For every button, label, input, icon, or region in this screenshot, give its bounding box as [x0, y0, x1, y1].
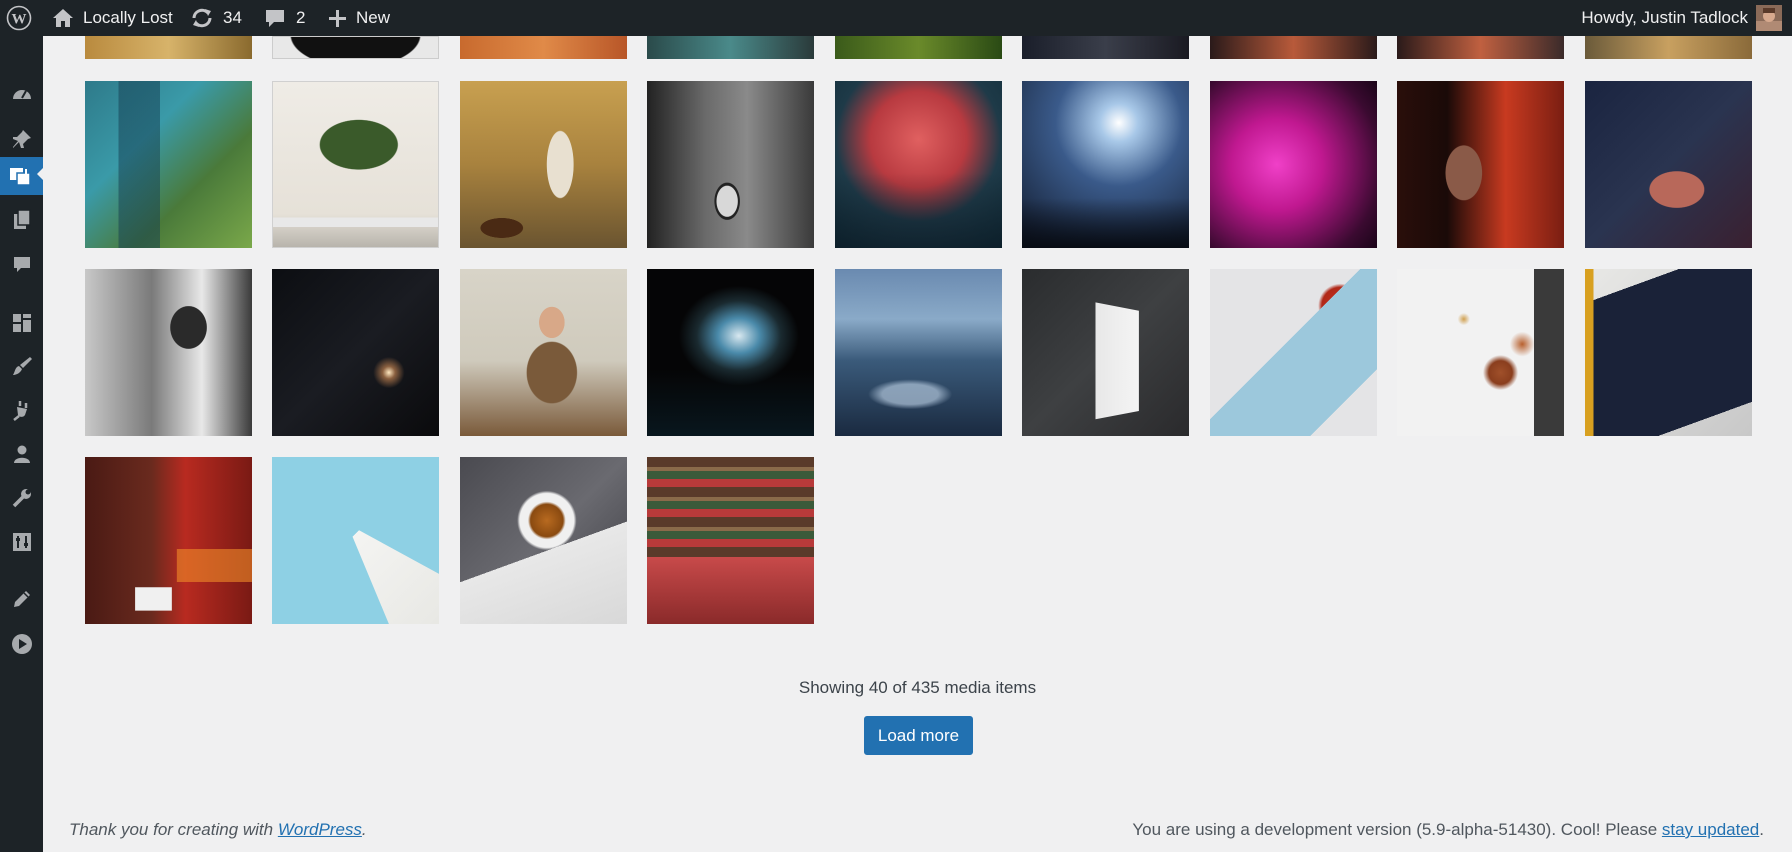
site-name-label: Locally Lost — [83, 8, 173, 27]
footer-version-text: You are using a development version (5.9… — [1132, 820, 1662, 839]
updates-icon — [192, 8, 212, 28]
appearance-icon[interactable] — [0, 306, 43, 340]
wordpress-logo-icon[interactable]: W — [6, 0, 32, 36]
media-thumbnail[interactable] — [835, 36, 1002, 59]
footer-thankyou-text: Thank you for creating with — [69, 820, 278, 839]
media-thumbnail[interactable] — [1210, 269, 1377, 436]
footer-version-suffix: . — [1759, 820, 1764, 839]
avatar — [1756, 5, 1782, 31]
media-thumbnail[interactable] — [85, 81, 252, 248]
media-thumbnail[interactable] — [1022, 269, 1189, 436]
media-thumbnail[interactable] — [85, 36, 252, 59]
media-thumbnail[interactable] — [85, 457, 252, 624]
media-thumbnail[interactable] — [647, 269, 814, 436]
settings-icon[interactable] — [0, 525, 43, 559]
comments-menu[interactable]: 2 — [264, 0, 305, 36]
media-thumbnail[interactable] — [1210, 36, 1377, 59]
new-label: New — [356, 8, 391, 27]
plugins-icon[interactable] — [0, 393, 43, 427]
media-thumbnail[interactable] — [647, 36, 814, 59]
media-thumbnail[interactable] — [85, 269, 252, 436]
media-thumbnail[interactable] — [460, 457, 627, 624]
media-thumbnail[interactable] — [647, 457, 814, 624]
stay-updated-link[interactable]: stay updated — [1662, 820, 1759, 839]
media-thumbnail[interactable] — [1210, 81, 1377, 248]
media-thumbnail[interactable] — [272, 457, 439, 624]
home-icon — [53, 9, 73, 27]
media-thumbnail[interactable] — [647, 81, 814, 248]
admin-bar: W Locally Lost 34 2 New Howdy, Justin Ta… — [0, 0, 1792, 36]
media-thumbnail[interactable] — [1022, 36, 1189, 59]
posts-pin-icon[interactable] — [0, 122, 43, 156]
media-thumbnail[interactable] — [1397, 36, 1564, 59]
wordpress-link[interactable]: WordPress — [278, 820, 362, 839]
dashboard-icon[interactable] — [0, 77, 43, 111]
new-content-menu[interactable]: New — [328, 0, 390, 36]
comments-icon[interactable] — [0, 248, 43, 282]
updates-count: 34 — [223, 8, 242, 27]
edit-pen-icon[interactable] — [0, 582, 43, 616]
media-icon — [9, 168, 31, 186]
media-thumbnail[interactable] — [835, 81, 1002, 248]
play-icon[interactable] — [0, 627, 43, 661]
plus-icon — [329, 9, 346, 27]
media-thumbnail[interactable] — [460, 269, 627, 436]
media-thumbnail[interactable] — [1022, 81, 1189, 248]
footer-thankyou: Thank you for creating with WordPress. — [69, 820, 367, 840]
load-more-button[interactable]: Load more — [864, 716, 973, 755]
site-name-menu[interactable]: Locally Lost — [52, 0, 173, 36]
media-count-status: Showing 40 of 435 media items — [798, 678, 1037, 697]
media-thumbnail[interactable] — [272, 269, 439, 436]
tools-icon[interactable] — [0, 481, 43, 515]
appearance-brush-icon[interactable] — [0, 349, 43, 383]
howdy-greeting: Howdy, Justin Tadlock — [1581, 8, 1748, 27]
comments-count: 2 — [296, 8, 306, 27]
updates-menu[interactable]: 34 — [190, 0, 242, 36]
media-thumbnail[interactable] — [272, 81, 439, 248]
admin-sidebar — [0, 36, 44, 852]
users-icon[interactable] — [0, 437, 43, 471]
media-thumbnail[interactable] — [1397, 81, 1564, 248]
footer-version: You are using a development version (5.9… — [1132, 820, 1764, 840]
svg-text:W: W — [12, 12, 27, 28]
media-menu-item[interactable] — [0, 157, 44, 195]
media-thumbnail[interactable] — [1585, 36, 1752, 59]
media-thumbnail[interactable] — [460, 36, 627, 59]
media-thumbnail[interactable] — [1585, 269, 1752, 436]
current-menu-arrow — [37, 167, 44, 181]
media-thumbnail[interactable] — [1585, 81, 1752, 248]
media-thumbnail[interactable] — [272, 36, 439, 59]
account-menu[interactable]: Howdy, Justin Tadlock — [1581, 0, 1782, 36]
media-thumbnail[interactable] — [1397, 269, 1564, 436]
pages-icon[interactable] — [0, 203, 43, 237]
media-thumbnail[interactable] — [835, 269, 1002, 436]
media-thumbnail[interactable] — [460, 81, 627, 248]
footer-thankyou-suffix: . — [361, 820, 367, 839]
comments-icon — [266, 9, 284, 27]
